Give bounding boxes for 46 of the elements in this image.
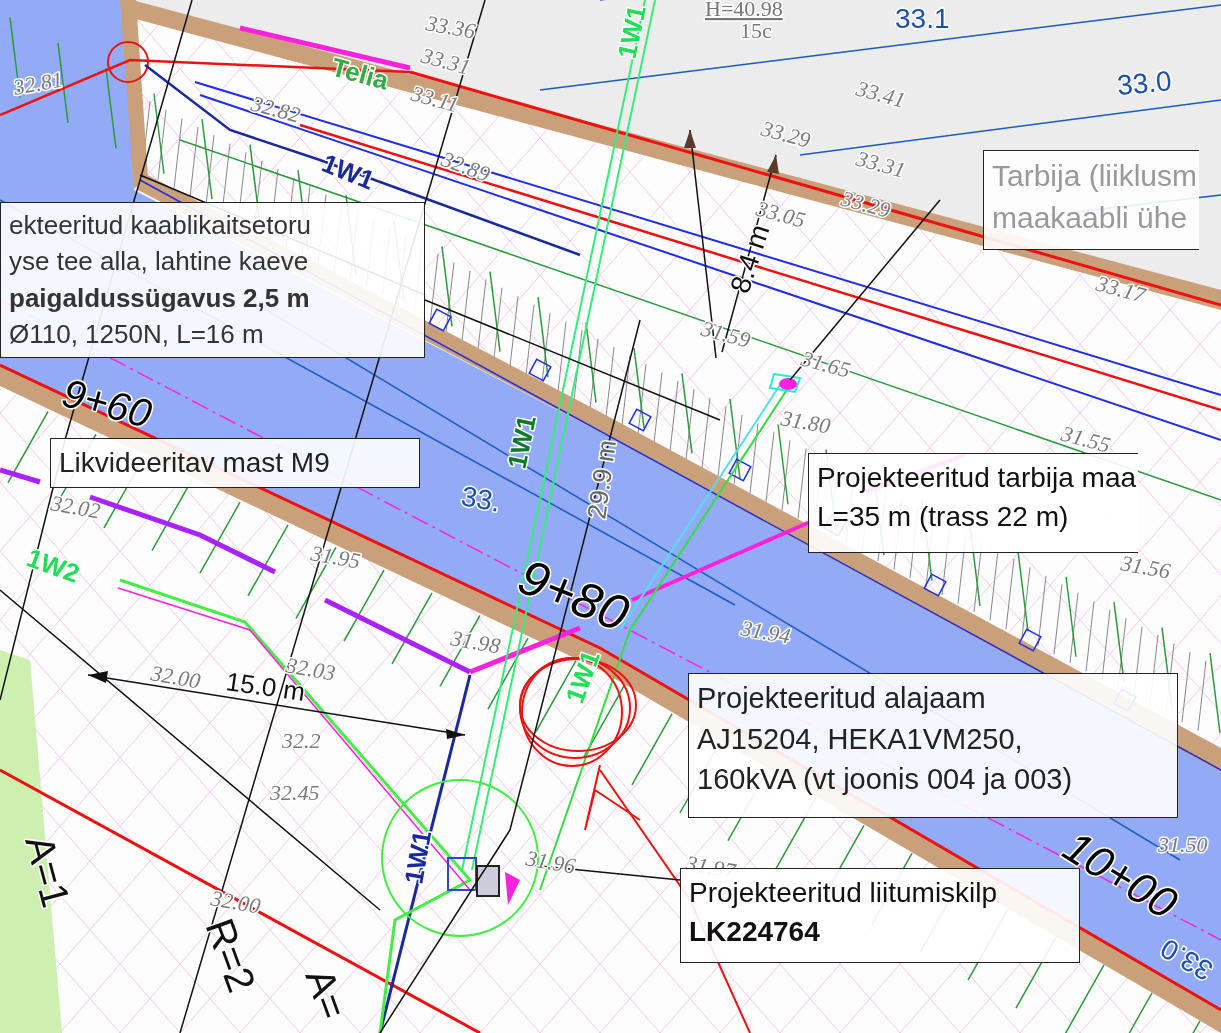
elevation-label: 33.11 xyxy=(408,80,462,118)
elevation-label: 33.29 xyxy=(758,115,813,153)
dimension-label: 29.9 m xyxy=(581,437,622,521)
contour-label: 33.0 xyxy=(1155,932,1218,987)
callout-label: ekteeritud kaablikaitsetoru yse tee alla, lahtine kaeve paigaldussügavus 2,5 m Ø110, 1250N, L=16 m xyxy=(0,202,425,358)
callout-label: Tarbija (liiklusm maakaabli ühe xyxy=(983,150,1200,250)
cable-label: 1W1 xyxy=(611,2,652,62)
callout-label: Likvideeritav mast M9 xyxy=(50,438,420,488)
contour-label: 33.1 xyxy=(895,3,950,34)
callout-label: Projekteeritud alajaam AJ15204, HEKA1VM250, 160kVA (vt joonis 004 ja 003) xyxy=(688,673,1178,818)
dimension-label: 8.4 m xyxy=(724,220,776,297)
elevation-label: 33.31 xyxy=(853,145,908,183)
contour-label: 33.0 xyxy=(1115,65,1173,101)
alignment-label: A= xyxy=(297,962,356,1025)
callout-label: Projekteeritud tarbija maa L=35 m (trass 22 m) xyxy=(808,453,1139,553)
elevation-label: 32.81 xyxy=(11,66,65,100)
elevation-label: 31.65 xyxy=(798,345,853,383)
cable-label: Telia xyxy=(328,51,392,96)
elevation-label: 31.94 xyxy=(739,615,793,649)
elevation-label: 33.31 xyxy=(418,42,473,80)
elevation-label: 32.45 xyxy=(270,780,320,805)
station-label: 9+60 xyxy=(57,370,157,437)
elevation-label: 32.03 xyxy=(284,652,338,686)
cable-label: 1W1 xyxy=(559,646,606,708)
elevation-label: 31.59 xyxy=(698,315,753,353)
cable-label: 1W2 xyxy=(22,542,84,589)
elevation-label: 31.98 xyxy=(449,625,503,659)
elevation-label: 32.82 xyxy=(248,90,303,128)
alignment-label: A=1 xyxy=(17,830,79,912)
elevation-label: 32.89 xyxy=(438,146,494,187)
elevation-label: 32.00 xyxy=(149,660,203,694)
station-label: 9+80 xyxy=(510,548,637,643)
elevation-label: 33.36 xyxy=(424,10,478,44)
contour-label: 33. xyxy=(458,480,503,518)
cable-label: 1W1 xyxy=(501,412,542,472)
elevation-label: 31.95 xyxy=(309,540,363,574)
elevation-label: 31.56 xyxy=(1119,550,1173,584)
elevation-label: 32.2 xyxy=(282,728,321,753)
point-height-label: H=40.98 xyxy=(705,0,783,21)
elevation-label: 31.80 xyxy=(779,405,833,439)
elevation-label: 32.02 xyxy=(49,490,103,524)
elevation-label: 33.17 xyxy=(1093,270,1148,308)
elevation-label: 33.41 xyxy=(853,75,908,113)
elevation-label: 33.29 xyxy=(838,185,893,223)
point-code-label: 15c xyxy=(740,18,772,43)
elevation-label: 31.96 xyxy=(524,845,578,879)
